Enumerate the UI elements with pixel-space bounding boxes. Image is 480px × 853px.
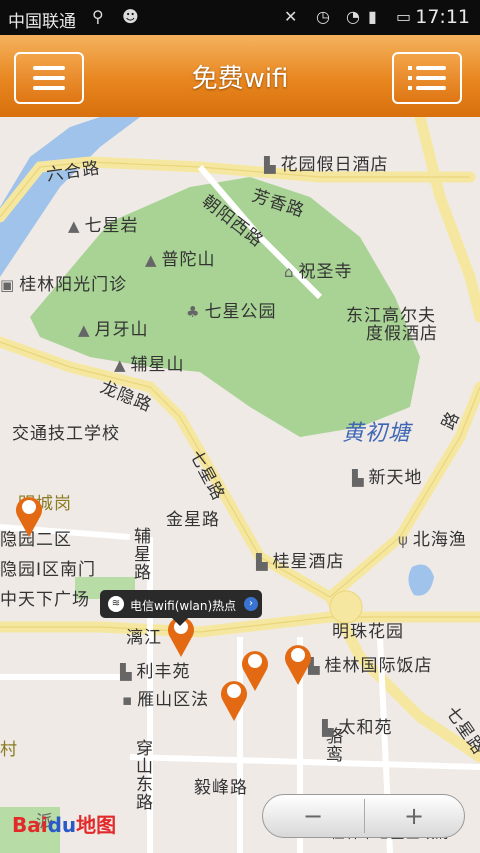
place-mingzhu: 明珠花园 xyxy=(332,622,404,642)
restaurant-icon: ψ xyxy=(398,531,409,549)
zoom-in-icon: + xyxy=(403,802,425,830)
building-icon: ▙ xyxy=(256,553,269,571)
wifi-hotspot-pin[interactable] xyxy=(14,493,44,539)
place-tianxia: 中天下广场 xyxy=(0,590,90,610)
place-qixingyan: ▲ 七星岩 xyxy=(68,216,139,236)
building-icon: ▙ xyxy=(322,719,335,737)
place-taihe: ▙ 太和苑 xyxy=(322,718,393,738)
road-lijiang: 漓江 xyxy=(126,628,162,648)
list-button[interactable] xyxy=(392,52,462,104)
temple-icon: ⌂ xyxy=(284,263,295,281)
place-yanshan: ▪ 雁山区法 xyxy=(122,690,210,710)
title-bar: 免费wifi xyxy=(0,35,480,119)
place-yueyashan: ▲ 月牙山 xyxy=(78,320,149,340)
battery-icon: ▭ xyxy=(396,7,412,26)
mountain-icon: ▲ xyxy=(78,321,91,339)
place-yinyuan-south: 隐园I区南门 xyxy=(0,560,97,580)
mountain-icon: ▲ xyxy=(68,217,81,235)
list-icon xyxy=(408,66,446,90)
point-icon: ▪ xyxy=(122,691,134,709)
cat-icon: ☻ xyxy=(122,7,139,26)
wifi-icon: ≋ xyxy=(108,596,124,612)
road-fuxing: 辅星路 xyxy=(130,527,150,581)
place-cun: 村 xyxy=(0,740,18,760)
signal-icon: ▮ xyxy=(368,7,377,26)
place-zhushengsi: ⌂ 祝圣寺 xyxy=(284,262,353,282)
place-huangchutang: 黄初塘 xyxy=(342,421,412,446)
zoom-out-icon: − xyxy=(302,802,324,830)
mute-icon: ✕ xyxy=(284,7,298,26)
zoom-in-button[interactable]: + xyxy=(364,795,464,837)
mountain-icon: ▲ xyxy=(114,356,127,374)
road-yifeng: 毅峰路 xyxy=(194,778,248,798)
place-guilin-intl: ▙ 桂林国际饭店 xyxy=(308,656,433,676)
baidu-map-logo: Baidu地图 xyxy=(12,813,117,837)
place-guixing-hotel: ▙ 桂星酒店 xyxy=(256,552,345,572)
place-dongjiang-2: 度假酒店 xyxy=(366,324,438,344)
hotspot-popup[interactable]: ≋ 电信wifi(wlan)热点 › xyxy=(100,590,262,626)
place-guilin-yangguang: ▣ 桂林阳光门诊 xyxy=(0,275,128,295)
place-putuoshan: ▲ 普陀山 xyxy=(145,250,216,270)
place-beihaiyu: ψ 北海渔 xyxy=(398,530,467,550)
place-lifeng: ▙ 利丰苑 xyxy=(120,662,191,682)
building-icon: ▙ xyxy=(264,156,277,174)
place-huayuan-hotel: ▙ 花园假日酒店 xyxy=(264,155,389,175)
hospital-icon: ▣ xyxy=(0,276,16,294)
place-fuxingshan: ▲ 辅星山 xyxy=(114,355,185,375)
place-qixing-park: ♣ 七星公园 xyxy=(186,302,277,322)
wifi-hotspot-pin[interactable] xyxy=(219,677,249,723)
usb-icon: ⚲ xyxy=(92,7,104,26)
clock: 17:11 xyxy=(415,6,470,28)
wifi-hotspot-pin[interactable] xyxy=(283,641,313,687)
building-icon: ▙ xyxy=(352,469,365,487)
carrier-label: 中国联通 xyxy=(8,12,76,32)
place-xintiandi: ▙ 新天地 xyxy=(352,468,423,488)
arrow-right-icon[interactable]: › xyxy=(244,597,258,611)
popup-label: 电信wifi(wlan)热点 xyxy=(130,599,237,613)
wifi-icon: ◔ xyxy=(346,7,360,26)
map-view[interactable]: 六合路 芳香路 朝阳西路 龙隐路 七星路 辅星路 漓江 穿山东路 毅峰路 骆鸾 … xyxy=(0,117,480,853)
zoom-control: − + xyxy=(262,794,465,838)
zoom-out-button[interactable]: − xyxy=(263,795,363,837)
mountain-icon: ▲ xyxy=(145,251,158,269)
park-icon: ♣ xyxy=(186,303,201,321)
road-chuanshan: 穿山东路 xyxy=(132,739,152,811)
place-jinxinglu: 金星路 xyxy=(166,510,220,530)
building-icon: ▙ xyxy=(120,663,133,681)
alarm-icon: ◷ xyxy=(316,7,330,26)
status-bar: 中国联通 ⚲ ☻ ✕ ◷ ◔ ▮ ▭ 17:11 xyxy=(0,0,480,35)
place-jiaotong: 交通技工学校 xyxy=(12,424,120,444)
